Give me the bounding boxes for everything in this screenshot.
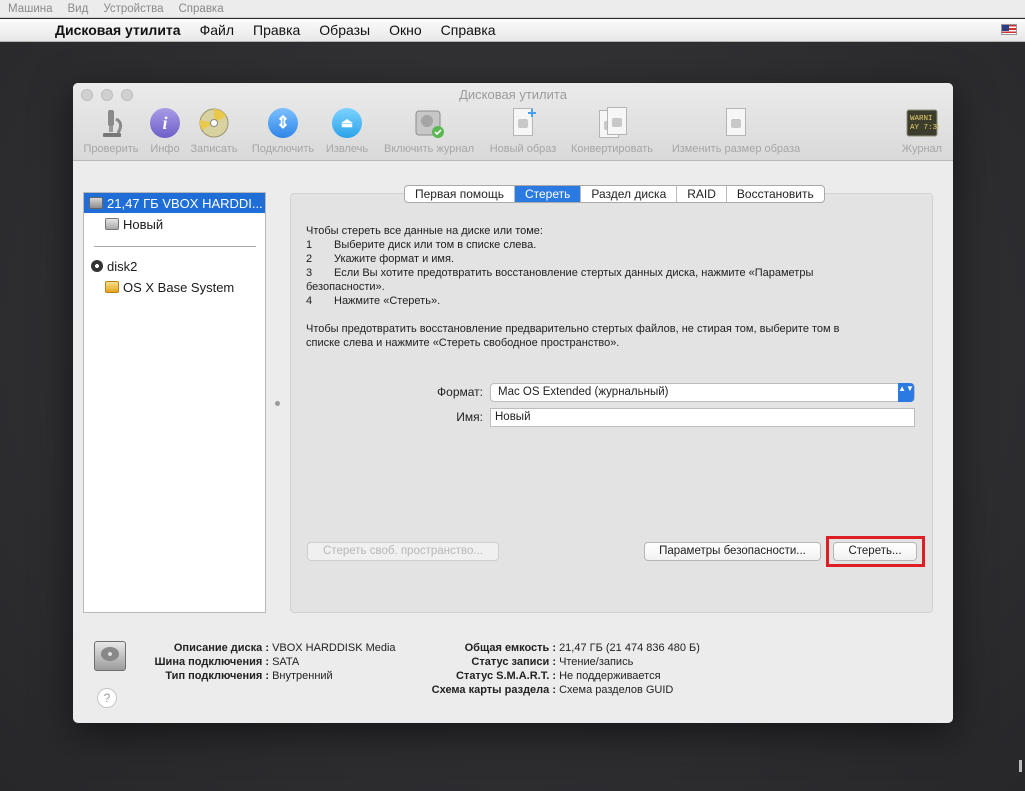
menu-edit[interactable]: Правка bbox=[253, 22, 300, 38]
log-icon-text-2: AY 7:36 bbox=[910, 124, 939, 132]
info-row: Статус S.M.A.R.T. : Не поддерживается bbox=[455, 670, 661, 682]
instruction-step: 1 Выберите диск или том в списке слева. bbox=[306, 239, 537, 251]
eject-button[interactable]: ⏏ Извлечь bbox=[322, 107, 372, 155]
sidebar-item-vbox-harddisk[interactable]: 21,47 ГБ VBOX HARDDI... bbox=[84, 193, 265, 213]
dropdown-arrows-icon: ▲▼ bbox=[898, 383, 914, 402]
info-glyph: i bbox=[150, 108, 180, 138]
resize-image-label: Изменить размер образа bbox=[671, 143, 801, 155]
mount-label: Подключить bbox=[251, 143, 315, 155]
free-space-hint: Чтобы предотвратить восстановление предв… bbox=[306, 323, 840, 335]
info-row: Шина подключения : SATA bbox=[154, 656, 300, 668]
eject-label: Извлечь bbox=[325, 143, 369, 155]
log-label: Журнал bbox=[901, 143, 943, 155]
name-input[interactable]: Новый bbox=[490, 408, 915, 427]
convert-label: Конвертировать bbox=[570, 143, 654, 155]
tab-first-aid[interactable]: Первая помощь bbox=[405, 186, 515, 202]
splitter-handle[interactable] bbox=[275, 401, 280, 406]
hard-disk-icon bbox=[94, 641, 126, 671]
window-toolbar: Дисковая утилита Проверить i Инфо Записа… bbox=[73, 83, 953, 161]
log-icon: WARNI AY 7:36 bbox=[905, 107, 942, 141]
mount-glyph: ⇕ bbox=[268, 108, 298, 138]
help-button[interactable]: ? bbox=[97, 688, 117, 708]
app-name-menu[interactable]: Дисковая утилита bbox=[55, 22, 181, 38]
sidebar-item-os-x-base-system[interactable]: OS X Base System bbox=[84, 277, 265, 297]
resize-image-icon bbox=[719, 107, 753, 141]
info-row: Статус записи : Чтение/запись bbox=[471, 656, 634, 668]
sidebar-item-label: 21,47 ГБ VBOX HARDDI... bbox=[107, 195, 263, 211]
tab-restore[interactable]: Восстановить bbox=[727, 186, 824, 202]
info-row: Схема карты раздела : Схема разделов GUI… bbox=[431, 684, 674, 696]
tab-partition[interactable]: Раздел диска bbox=[581, 186, 678, 202]
instruction-step-continued: безопасности». bbox=[306, 281, 385, 293]
new-image-icon bbox=[506, 107, 540, 141]
log-button[interactable]: WARNI AY 7:36 Журнал bbox=[899, 107, 945, 155]
verify-label: Проверить bbox=[83, 143, 139, 155]
instruction-step: 4 Нажмите «Стереть». bbox=[306, 295, 441, 307]
info-row: Описание диска : VBOX HARDDISK Media bbox=[173, 642, 396, 654]
vm-host-menu-bar: Машина Вид Устройства Справка bbox=[0, 0, 1025, 18]
tab-raid[interactable]: RAID bbox=[677, 186, 727, 202]
erase-button-highlight bbox=[826, 536, 925, 567]
tab-bar: Первая помощь Стереть Раздел диска RAID … bbox=[404, 185, 825, 203]
tab-erase[interactable]: Стереть bbox=[514, 186, 582, 202]
menu-file[interactable]: Файл bbox=[200, 22, 234, 38]
convert-button[interactable]: Конвертировать bbox=[566, 107, 658, 155]
format-select[interactable]: Mac OS Extended (журнальный) ▲▼ bbox=[490, 383, 915, 402]
mount-button[interactable]: ⇕ Подключить bbox=[248, 107, 318, 155]
verify-button[interactable]: Проверить bbox=[81, 107, 141, 155]
info-label: Инфо bbox=[150, 143, 180, 155]
enable-journaling-label: Включить журнал bbox=[384, 143, 474, 155]
sidebar-item-volume-new[interactable]: Новый bbox=[84, 214, 265, 234]
convert-icon bbox=[595, 107, 629, 141]
sidebar-item-disk2[interactable]: disk2 bbox=[84, 256, 265, 276]
resize-image-button[interactable]: Изменить размер образа bbox=[665, 107, 807, 155]
new-image-button[interactable]: Новый образ bbox=[484, 107, 562, 155]
microscope-icon bbox=[94, 107, 128, 141]
window-title: Дисковая утилита bbox=[459, 87, 567, 102]
mount-icon: ⇕ bbox=[266, 107, 300, 141]
hard-disk-icon bbox=[89, 197, 103, 209]
vm-menu-machine[interactable]: Машина bbox=[8, 3, 53, 15]
menu-help[interactable]: Справка bbox=[441, 22, 496, 38]
burn-disc-icon bbox=[197, 107, 231, 141]
new-image-label: Новый образ bbox=[489, 143, 557, 155]
eject-icon: ⏏ bbox=[330, 107, 364, 141]
free-space-hint: списке слева и нажмите «Стереть свободно… bbox=[306, 337, 620, 349]
format-value: Mac OS Extended (журнальный) bbox=[498, 386, 669, 398]
vm-menu-help[interactable]: Справка bbox=[179, 3, 224, 15]
eject-glyph: ⏏ bbox=[332, 108, 362, 138]
sidebar-item-label: OS X Base System bbox=[123, 279, 235, 295]
instruction-intro: Чтобы стереть все данные на диске или то… bbox=[306, 225, 543, 237]
erase-free-space-button[interactable]: Стереть своб. пространство... bbox=[307, 542, 499, 561]
disk-list-sidebar: 21,47 ГБ VBOX HARDDI... Новый disk2 OS X… bbox=[83, 192, 266, 613]
burn-button[interactable]: Записать bbox=[186, 107, 242, 155]
burn-label: Записать bbox=[190, 143, 238, 155]
info-icon: i bbox=[148, 107, 182, 141]
sidebar-item-label: disk2 bbox=[107, 258, 138, 274]
menu-bar: Дисковая утилита Файл Правка Образы Окно… bbox=[0, 19, 1025, 42]
info-row: Общая емкость : 21,47 ГБ (21 474 836 480… bbox=[464, 642, 700, 654]
instruction-step: 3 Если Вы хотите предотвратить восстановл… bbox=[306, 267, 814, 279]
journal-disk-icon bbox=[412, 107, 446, 141]
vm-menu-view[interactable]: Вид bbox=[68, 3, 89, 15]
info-row: Тип подключения : Внутренний bbox=[165, 670, 333, 682]
volume-icon bbox=[105, 218, 119, 230]
optical-disc-icon bbox=[91, 260, 103, 272]
mouse-cursor-icon bbox=[1019, 760, 1022, 772]
sidebar-divider bbox=[94, 246, 256, 247]
disk-utility-window: Дисковая утилита Проверить i Инфо Записа… bbox=[73, 83, 953, 723]
name-label: Имя: bbox=[456, 410, 483, 424]
enable-journaling-button[interactable]: Включить журнал bbox=[378, 107, 480, 155]
sidebar-item-label: Новый bbox=[123, 216, 164, 232]
volume-icon bbox=[105, 281, 119, 293]
vm-menu-devices[interactable]: Устройства bbox=[103, 3, 163, 15]
info-button[interactable]: i Инфо bbox=[145, 107, 185, 155]
menu-window[interactable]: Окно bbox=[389, 22, 422, 38]
format-label: Формат: bbox=[437, 385, 483, 399]
log-icon-text-1: WARNI bbox=[910, 115, 933, 123]
instruction-step: 2 Укажите формат и имя. bbox=[306, 253, 454, 265]
input-source-flag-icon[interactable] bbox=[1001, 24, 1017, 35]
menu-images[interactable]: Образы bbox=[319, 22, 370, 38]
security-options-button[interactable]: Параметры безопасности... bbox=[644, 542, 821, 561]
